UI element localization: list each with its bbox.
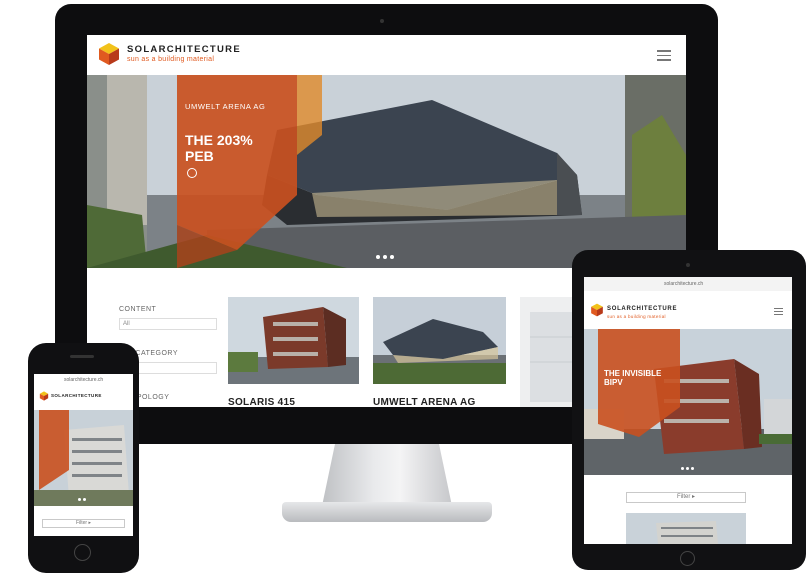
project-card-image-solaris[interactable]: [228, 297, 359, 384]
brand-tagline: sun as a building material: [127, 56, 215, 63]
carousel-dot-3[interactable]: [390, 255, 394, 259]
tablet-carousel-dot-3[interactable]: [691, 467, 694, 470]
hero-banner: UMWELT ARENA AG THE 203% PEB: [87, 75, 686, 268]
carousel-dot-1[interactable]: [376, 255, 380, 259]
hero-title-line1: THE 203%: [185, 132, 253, 148]
phone-screen: solarchitecture.ch SOLARCHITECTURE Filte…: [34, 374, 133, 536]
tablet-carousel-dot-2[interactable]: [686, 467, 689, 470]
tablet-project-card-image[interactable]: [626, 513, 746, 544]
phone-brand-name: SOLARCHITECTURE: [51, 393, 102, 398]
tablet-carousel-dot-1[interactable]: [681, 467, 684, 470]
monitor-stand: [322, 444, 452, 506]
tablet-home-button[interactable]: [680, 551, 695, 566]
filter-label-content: CONTENT: [119, 306, 157, 313]
phone-logo-icon[interactable]: [39, 391, 49, 401]
hamburger-menu-icon[interactable]: [657, 47, 671, 64]
phone-filter-button[interactable]: Filter ▸: [42, 519, 125, 528]
brand-name: SOLARCHITECTURE: [127, 44, 241, 55]
tablet-brand-tagline: sun as a building material: [607, 314, 666, 319]
monitor-camera: [380, 19, 384, 23]
hero-building-photo: [87, 75, 686, 268]
tablet-url-bar[interactable]: solarchitecture.ch: [664, 281, 703, 287]
phone-carousel-dot-2[interactable]: [83, 498, 86, 501]
phone-url-bar[interactable]: solarchitecture.ch: [64, 377, 103, 383]
hero-subtitle: UMWELT ARENA AG: [185, 102, 266, 111]
tablet-filter-button[interactable]: Filter ▸: [626, 492, 746, 503]
tablet-camera: [686, 263, 690, 267]
project-card-image-umwelt-arena[interactable]: [373, 297, 506, 384]
hero-arrow-icon[interactable]: [187, 168, 197, 178]
tablet-hero-title-line1: THE INVISIBLE: [604, 369, 662, 378]
phone-speaker: [70, 355, 94, 358]
hero-title-line2: PEB: [185, 148, 214, 164]
phone-home-button[interactable]: [74, 544, 91, 561]
solarchitecture-logo-icon[interactable]: [97, 42, 121, 66]
project-card-title-solaris[interactable]: SOLARIS 415: [228, 397, 295, 407]
monitor-stand-base: [282, 502, 492, 522]
tablet-hero-title-line2: BIPV: [604, 378, 623, 387]
tablet-screen: solarchitecture.ch SOLARCHITECTURE sun a…: [584, 277, 792, 544]
tablet-hero-photo: [584, 329, 792, 475]
carousel-dot-2[interactable]: [383, 255, 387, 259]
phone-carousel-dot-1[interactable]: [78, 498, 81, 501]
project-card-title-umwelt-arena[interactable]: UMWELT ARENA AG: [373, 397, 476, 407]
tablet-brand-name: SOLARCHITECTURE: [607, 306, 678, 312]
phone-hero-photo: [34, 410, 133, 506]
site-header: SOLARCHITECTURE sun as a building materi…: [87, 35, 686, 75]
tablet-hamburger-icon[interactable]: [774, 306, 783, 317]
tablet-logo-icon[interactable]: [590, 303, 604, 317]
filter-select-content[interactable]: All: [119, 318, 217, 330]
